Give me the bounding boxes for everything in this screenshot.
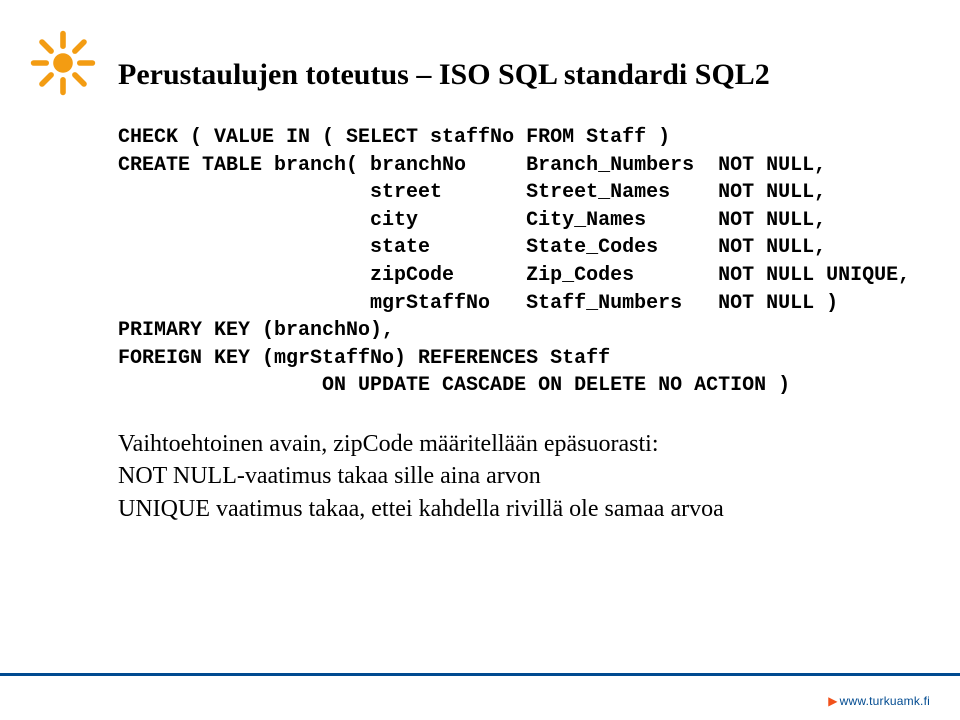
code-line: city City_Names NOT NULL, (118, 209, 826, 232)
code-line: ON UPDATE CASCADE ON DELETE NO ACTION ) (118, 374, 790, 397)
code-line: zipCode Zip_Codes NOT NULL UNIQUE, (118, 264, 910, 287)
triangle-icon: ▶ (828, 694, 837, 708)
para-line: Vaihtoehtoinen avain, zipCode määritellä… (118, 428, 900, 460)
code-line: CHECK ( VALUE IN ( SELECT staffNo FROM S… (118, 126, 670, 149)
footer-divider (0, 673, 960, 676)
page-title: Perustaulujen toteutus – ISO SQL standar… (118, 58, 900, 92)
code-line: PRIMARY KEY (branchNo), (118, 319, 394, 342)
slide-content: Perustaulujen toteutus – ISO SQL standar… (118, 58, 900, 525)
footer-text: www.turkuamk.fi (840, 694, 930, 708)
sun-logo-icon (28, 28, 98, 98)
code-line: CREATE TABLE branch( branchNo Branch_Num… (118, 154, 826, 177)
code-line: state State_Codes NOT NULL, (118, 236, 826, 259)
footer-url: ▶www.turkuamk.fi (828, 694, 930, 708)
code-line: street Street_Names NOT NULL, (118, 181, 826, 204)
explanation-paragraph: Vaihtoehtoinen avain, zipCode määritellä… (118, 428, 900, 525)
code-line: FOREIGN KEY (mgrStaffNo) REFERENCES Staf… (118, 347, 610, 370)
sql-code-block: CHECK ( VALUE IN ( SELECT staffNo FROM S… (118, 124, 900, 400)
para-line: UNIQUE vaatimus takaa, ettei kahdella ri… (118, 493, 900, 525)
code-line: mgrStaffNo Staff_Numbers NOT NULL ) (118, 292, 838, 315)
para-line: NOT NULL-vaatimus takaa sille aina arvon (118, 460, 900, 492)
